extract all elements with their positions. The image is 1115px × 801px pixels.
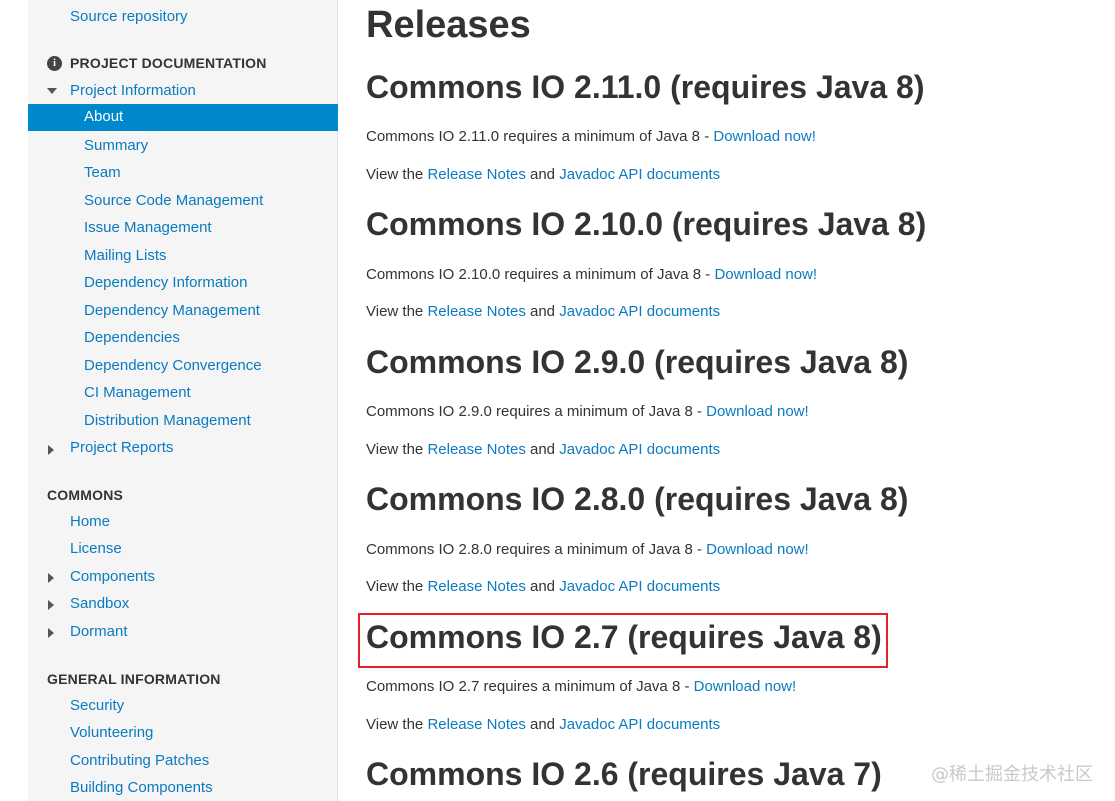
view-text: View the (366, 716, 428, 733)
release-heading: Commons IO 2.7 (requires Java 8) (366, 619, 882, 655)
javadoc-link[interactable]: Javadoc API documents (559, 303, 720, 320)
requirement-text: Commons IO 2.9.0 requires a minimum of J… (366, 403, 707, 420)
view-text: View the (366, 578, 428, 595)
release-requirement: Commons IO 2.9.0 requires a minimum of J… (366, 403, 809, 421)
release-heading: Commons IO 2.9.0 (requires Java 8) (366, 344, 909, 380)
requirement-text: Commons IO 2.11.0 requires a minimum of … (366, 128, 714, 145)
release-heading: Commons IO 2.10.0 (requires Java 8) (366, 206, 927, 242)
javadoc-link[interactable]: Javadoc API documents (559, 441, 720, 458)
release-heading: Commons IO 2.8.0 (requires Java 8) (366, 481, 909, 517)
javadoc-link[interactable]: Javadoc API documents (559, 578, 720, 595)
and-text: and (525, 303, 560, 320)
download-link[interactable]: Download now! (694, 678, 797, 695)
release-docs: View the Release Notes and Javadoc API d… (366, 716, 720, 734)
javadoc-link[interactable]: Javadoc API documents (559, 716, 720, 733)
download-link[interactable]: Download now! (713, 128, 816, 145)
javadoc-link[interactable]: Javadoc API documents (559, 166, 720, 183)
release-docs: View the Release Notes and Javadoc API d… (366, 303, 720, 321)
and-text: and (525, 578, 560, 595)
release-requirement: Commons IO 2.10.0 requires a minimum of … (366, 266, 817, 284)
release-notes-link[interactable]: Release Notes (427, 578, 525, 595)
release-requirement: Commons IO 2.11.0 requires a minimum of … (366, 128, 816, 146)
view-text: View the (366, 303, 428, 320)
release-heading: Commons IO 2.6 (requires Java 7) (366, 756, 882, 792)
download-link[interactable]: Download now! (706, 541, 809, 558)
release-requirement: Commons IO 2.7 requires a minimum of Jav… (366, 678, 796, 696)
and-text: and (525, 441, 560, 458)
release-notes-link[interactable]: Release Notes (427, 166, 525, 183)
download-link[interactable]: Download now! (714, 266, 817, 283)
page-title: Releases (366, 4, 531, 46)
and-text: and (525, 166, 560, 183)
release-docs: View the Release Notes and Javadoc API d… (366, 166, 720, 184)
release-heading: Commons IO 2.11.0 (requires Java 8) (366, 69, 925, 105)
view-text: View the (366, 441, 428, 458)
release-docs: View the Release Notes and Javadoc API d… (366, 441, 720, 459)
download-link[interactable]: Download now! (706, 403, 809, 420)
main-content: Releases Commons IO 2.11.0 (requires Jav… (0, 0, 1115, 801)
watermark: @稀土掘金技术社区 (931, 764, 1093, 785)
requirement-text: Commons IO 2.10.0 requires a minimum of … (366, 266, 715, 283)
and-text: and (525, 716, 560, 733)
requirement-text: Commons IO 2.8.0 requires a minimum of J… (366, 541, 707, 558)
requirement-text: Commons IO 2.7 requires a minimum of Jav… (366, 678, 694, 695)
release-requirement: Commons IO 2.8.0 requires a minimum of J… (366, 541, 809, 559)
release-notes-link[interactable]: Release Notes (427, 716, 525, 733)
view-text: View the (366, 166, 428, 183)
release-docs: View the Release Notes and Javadoc API d… (366, 578, 720, 596)
release-notes-link[interactable]: Release Notes (427, 303, 525, 320)
release-notes-link[interactable]: Release Notes (427, 441, 525, 458)
